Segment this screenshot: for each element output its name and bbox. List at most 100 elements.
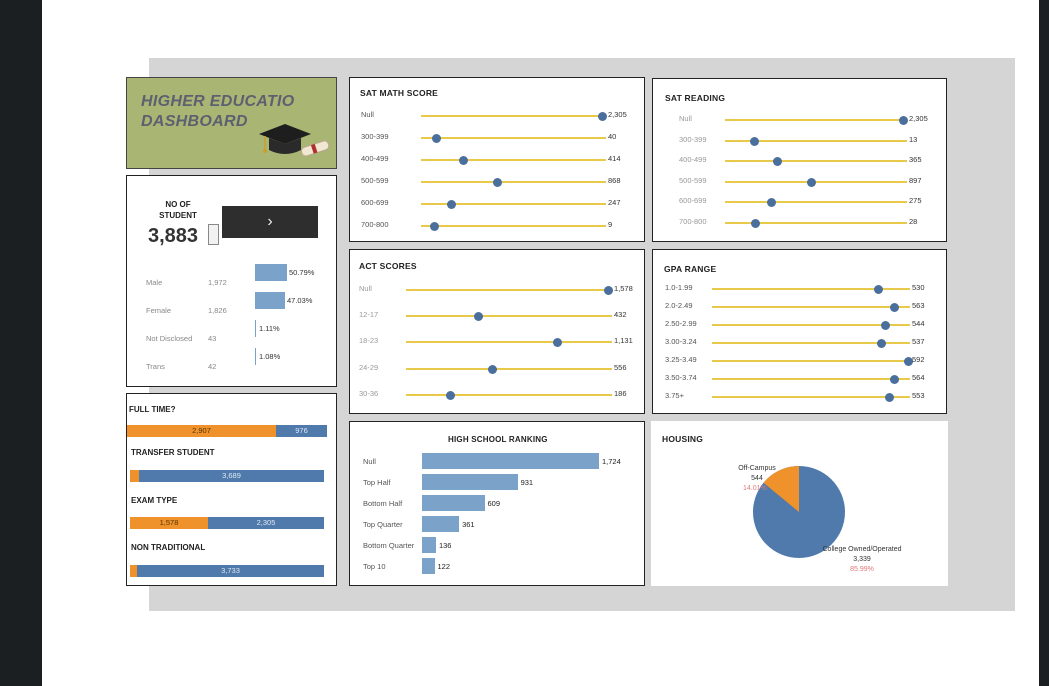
next-button[interactable]: › — [222, 206, 318, 238]
hs-ranking-value: 136 — [438, 541, 452, 550]
hs-ranking-label: Bottom Half — [363, 499, 403, 508]
gpa-panel: GPA RANGE 1.0-1.99 530 2.0-2.49 563 2.50-2.9… — [652, 249, 947, 414]
hs-ranking-value: 609 — [487, 499, 501, 508]
row-track — [406, 315, 612, 318]
row-value: 432 — [614, 310, 627, 320]
row-label: 300-399 — [679, 134, 707, 144]
row-label: 12-17 — [359, 310, 379, 320]
hs-ranking-bar — [422, 495, 485, 511]
sat-math-row: 300-399 40 — [361, 132, 641, 144]
college-owned-value: 3,339 — [853, 556, 871, 563]
transfer-orange — [130, 470, 139, 482]
row-value: 868 — [608, 176, 621, 185]
act-row: 18-23 1,131 — [359, 336, 641, 348]
hs-ranking-bar — [422, 516, 460, 532]
row-label: 2.50-2.99 — [665, 319, 697, 328]
row-label: Null — [359, 284, 372, 293]
row-dot — [598, 112, 607, 121]
hs-ranking-bar — [422, 558, 435, 574]
hs-ranking-bar — [422, 537, 436, 553]
gpa-title: GPA RANGE — [664, 264, 717, 274]
row-value: 537 — [912, 337, 925, 346]
housing-panel: HOUSING Off-Campus 544 14.01% College Ow… — [651, 421, 948, 586]
sat-reading-row: 400-499 365 — [679, 155, 944, 167]
row-label: 1.0-1.99 — [665, 283, 693, 292]
gender-pct-female: 47.03% — [287, 296, 313, 305]
transfer-blue: 3,689 — [139, 470, 324, 482]
row-dot — [447, 200, 457, 209]
row-value: 2,305 — [608, 110, 627, 119]
row-track — [421, 115, 606, 117]
act-title: ACT SCORES — [359, 261, 417, 271]
gender-label-not-disclosed: Not Disclosed — [146, 334, 193, 343]
row-dot — [474, 312, 483, 322]
hs-ranking-label: Top Half — [363, 478, 391, 487]
sat-reading-row: 300-399 13 — [679, 135, 944, 147]
gpa-row: 3.25-3.49 592 — [665, 355, 945, 367]
row-track — [712, 396, 910, 398]
gpa-row: 2.0-2.49 563 — [665, 301, 945, 313]
row-dot — [553, 338, 563, 348]
row-value: 365 — [909, 155, 922, 165]
row-track — [421, 225, 606, 227]
row-dot — [877, 339, 887, 348]
full-time-bar: 2,907 976 — [127, 425, 327, 437]
row-track — [406, 341, 612, 344]
full-time-orange: 2,907 — [127, 425, 276, 437]
act-row: 30-36 186 — [359, 389, 641, 401]
graduation-cap-icon — [259, 124, 330, 157]
hs-ranking-title: HIGH SCHOOL RANKING — [448, 435, 548, 444]
row-value: 2,305 — [909, 114, 928, 123]
row-dot — [604, 286, 613, 295]
transfer-title: TRANSFER STUDENT — [131, 448, 215, 457]
row-value: 9 — [608, 220, 613, 229]
hs-ranking-value: 122 — [437, 562, 451, 571]
row-label: Null — [679, 114, 692, 123]
row-track — [725, 119, 907, 121]
row-dot — [884, 393, 894, 402]
row-dot — [429, 222, 439, 231]
student-count-value: 3,883 — [148, 225, 199, 247]
gender-bar-not-disclosed — [255, 320, 256, 337]
gender-pct-not-disclosed: 1.11% — [259, 324, 280, 333]
hs-ranking-value: 931 — [520, 478, 534, 487]
student-count-heading: NO OF STUDENT — [148, 199, 208, 221]
off-campus-label: Off-Campus — [738, 465, 776, 472]
row-value: 1,578 — [614, 284, 633, 293]
row-label: 3.25-3.49 — [665, 355, 697, 364]
row-dot — [750, 219, 760, 228]
row-track — [421, 137, 606, 139]
row-value: 530 — [912, 283, 925, 292]
non-traditional-bar: 3,733 — [130, 565, 324, 577]
sat-reading-row: 500-599 897 — [679, 176, 944, 188]
off-campus-value: 544 — [751, 475, 763, 482]
hs-ranking-label: Bottom Quarter — [363, 541, 415, 550]
sat-math-panel: SAT MATH SCORE Null 2,305 300-399 40 400-499… — [349, 77, 645, 242]
sat-math-row: 400-499 414 — [361, 154, 641, 166]
college-owned-label: College Owned/Operated — [822, 546, 902, 553]
exam-type-orange: 1,578 — [130, 517, 208, 529]
gender-label-trans: Trans — [146, 362, 165, 371]
row-dot — [873, 285, 883, 294]
housing-label-off-campus: Off-Campus 544 14.01% — [732, 464, 782, 494]
row-dot — [492, 178, 502, 187]
act-row: Null 1,578 — [359, 284, 641, 296]
gpa-row: 2.50-2.99 544 — [665, 319, 945, 331]
row-label: 600-699 — [679, 196, 707, 206]
row-track — [712, 360, 910, 362]
sat-reading-row: Null 2,305 — [679, 114, 944, 126]
row-value: 28 — [909, 217, 918, 226]
row-label: 500-599 — [679, 175, 707, 185]
gpa-row: 3.50-3.74 564 — [665, 373, 945, 385]
full-time-blue: 976 — [276, 425, 327, 437]
sat-reading-title: SAT READING — [665, 93, 726, 103]
flags-panel: FULL TIME? 2,907 976 TRANSFER STUDENT 3,… — [126, 393, 337, 586]
row-label: 500-599 — [361, 176, 389, 185]
gender-bar-male — [255, 264, 287, 281]
count-spinner[interactable] — [208, 224, 219, 245]
row-value: 186 — [614, 388, 627, 398]
gender-value-not-disclosed: 43 — [208, 334, 217, 343]
row-label: 24-29 — [359, 362, 379, 372]
row-value: 1,131 — [614, 336, 633, 346]
hs-ranking-label: Top 10 — [363, 562, 386, 571]
